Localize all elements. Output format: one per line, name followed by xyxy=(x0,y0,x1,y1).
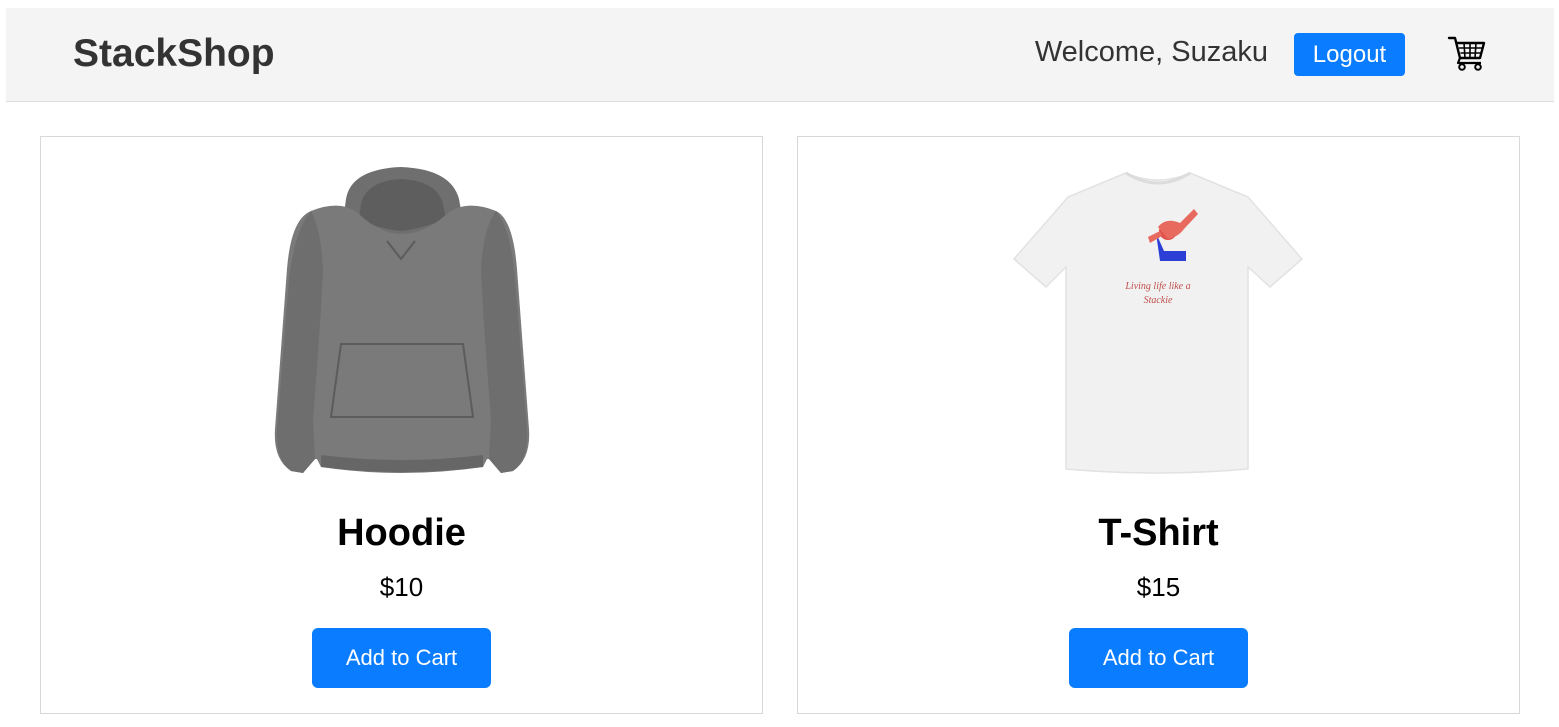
shirt-print-line1: Living life like a xyxy=(1124,281,1190,292)
product-price: $10 xyxy=(379,572,424,602)
welcome-message: Welcome, Suzaku xyxy=(1034,36,1268,68)
page: StackShop Welcome, Suzaku Logout Hoodie … xyxy=(0,0,1559,727)
product-name: Hoodie xyxy=(337,512,466,554)
product-card-tshirt: Living life like a Stackie T-Shirt $15 A… xyxy=(797,136,1520,714)
tshirt-image: Living life like a Stackie xyxy=(1012,171,1304,474)
shirt-print-line2: Stackie xyxy=(1144,295,1173,306)
shopping-cart-icon[interactable] xyxy=(1447,32,1487,72)
product-price: $15 xyxy=(1136,572,1181,602)
brand-logo[interactable]: StackShop xyxy=(73,31,275,77)
add-to-cart-button[interactable]: Add to Cart xyxy=(1069,628,1248,688)
logout-button[interactable]: Logout xyxy=(1294,33,1405,76)
site-header: StackShop Welcome, Suzaku Logout xyxy=(6,8,1554,102)
hoodie-image xyxy=(274,167,530,473)
product-card-hoodie: Hoodie $10 Add to Cart xyxy=(40,136,763,714)
add-to-cart-button[interactable]: Add to Cart xyxy=(312,628,491,688)
product-name: T-Shirt xyxy=(1098,512,1219,554)
